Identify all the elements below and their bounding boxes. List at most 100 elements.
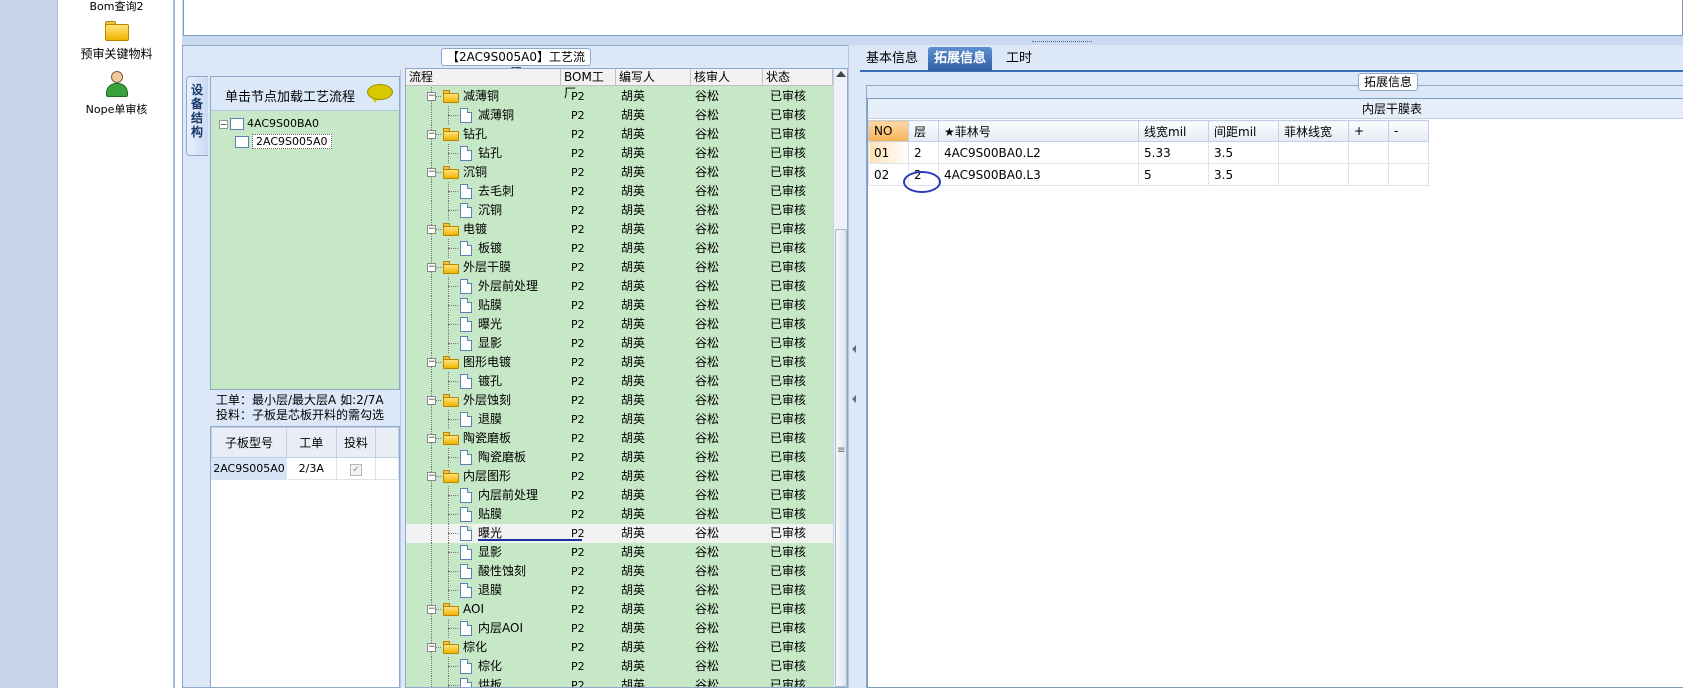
grid-cell-bom[interactable]: P2 [561, 239, 616, 258]
grid-cell-process[interactable]: − 电镀 [406, 220, 561, 239]
grid-row-process-step[interactable]: 退膜 P2 胡英 谷松 已审核 [406, 410, 833, 429]
grid-cell-process[interactable]: − 外层蚀刻 [406, 391, 561, 410]
table-cell[interactable]: ✓ [335, 457, 377, 480]
grid-row-process-step[interactable]: 外层前处理 P2 胡英 谷松 已审核 [406, 277, 833, 296]
table-cell[interactable] [1278, 141, 1349, 164]
grid-cell-status[interactable]: 已审核 [763, 201, 833, 220]
grid-cell-writer[interactable]: 胡英 [616, 277, 691, 296]
tree-node-child[interactable]: 2AC9S005A0 [235, 134, 332, 150]
grid-row-process-step[interactable]: 显影 P2 胡英 谷松 已审核 [406, 334, 833, 353]
grid-cell-reviewer[interactable]: 谷松 [691, 201, 763, 220]
grid-row-process-group[interactable]: − 图形电镀 P2 胡英 谷松 已审核 [406, 353, 833, 372]
grid-cell-reviewer[interactable]: 谷松 [691, 410, 763, 429]
grid-cell-process[interactable]: 退膜 [406, 410, 561, 429]
grid-cell-writer[interactable]: 胡英 [616, 429, 691, 448]
table-cell[interactable]: 5 [1138, 163, 1209, 186]
table-cell[interactable]: 3.5 [1208, 141, 1279, 164]
grid-cell-process[interactable]: − 陶瓷磨板 [406, 429, 561, 448]
side-tab-equipment-structure[interactable]: 设备结构 [186, 76, 208, 156]
grid-cell-status[interactable]: 已审核 [763, 581, 833, 600]
grid-cell-reviewer[interactable]: 谷松 [691, 676, 763, 687]
collapse-icon[interactable]: − [427, 130, 436, 139]
grid-cell-bom[interactable]: P2 [561, 201, 616, 220]
grid-cell-process[interactable]: 贴膜 [406, 296, 561, 315]
col-header[interactable]: 投料 [335, 427, 377, 458]
grid-cell-reviewer[interactable]: 谷松 [691, 125, 763, 144]
grid-cell-status[interactable]: 已审核 [763, 296, 833, 315]
collapse-icon[interactable]: − [219, 119, 228, 129]
grid-cell-bom[interactable]: P2 [561, 391, 616, 410]
collapse-icon[interactable]: − [427, 434, 436, 443]
grid-cell-bom[interactable]: P2 [561, 144, 616, 163]
grid-cell-writer[interactable]: 胡英 [616, 410, 691, 429]
collapse-icon[interactable]: − [427, 358, 436, 367]
table-row[interactable]: 2AC9S005A0 2/3A ✓ [211, 457, 399, 480]
table-cell[interactable]: 4AC9S00BA0.L2 [938, 141, 1139, 164]
grid-cell-bom[interactable]: P2 [561, 296, 616, 315]
grid-row-process-group[interactable]: − 陶瓷磨板 P2 胡英 谷松 已审核 [406, 429, 833, 448]
remove-row-button[interactable] [1388, 141, 1429, 164]
grid-cell-process[interactable]: 内层前处理 [406, 486, 561, 505]
grid-cell-writer[interactable]: 胡英 [616, 505, 691, 524]
grid-cell-reviewer[interactable]: 谷松 [691, 619, 763, 638]
grid-cell-writer[interactable]: 胡英 [616, 619, 691, 638]
collapse-icon[interactable]: − [427, 263, 436, 272]
grid-cell-status[interactable]: 已审核 [763, 334, 833, 353]
grid-cell-status[interactable]: 已审核 [763, 372, 833, 391]
collapse-icon[interactable]: − [427, 396, 436, 405]
grid-cell-process[interactable]: − 棕化 [406, 638, 561, 657]
grid-cell-status[interactable]: 已审核 [763, 163, 833, 182]
grid-cell-bom[interactable]: P2 [561, 277, 616, 296]
vertical-splitter-right[interactable] [848, 45, 860, 688]
grid-cell-status[interactable]: 已审核 [763, 144, 833, 163]
grid-cell-writer[interactable]: 胡英 [616, 467, 691, 486]
grid-cell-reviewer[interactable]: 谷松 [691, 353, 763, 372]
grid-cell-process[interactable]: − 外层干膜 [406, 258, 561, 277]
grid-cell-reviewer[interactable]: 谷松 [691, 277, 763, 296]
grid-cell-bom[interactable]: P2 [561, 467, 616, 486]
top-textarea[interactable] [183, 0, 1683, 36]
grid-row-process-group[interactable]: − 棕化 P2 胡英 谷松 已审核 [406, 638, 833, 657]
grid-cell-reviewer[interactable]: 谷松 [691, 315, 763, 334]
grid-cell-status[interactable]: 已审核 [763, 182, 833, 201]
add-row-button[interactable] [1348, 141, 1389, 164]
grid-cell-reviewer[interactable]: 谷松 [691, 258, 763, 277]
grid-row-process-step[interactable]: 贴膜 P2 胡英 谷松 已审核 [406, 505, 833, 524]
grid-cell-status[interactable]: 已审核 [763, 277, 833, 296]
col-header[interactable]: 子板型号 [211, 427, 287, 458]
grid-cell-status[interactable]: 已审核 [763, 258, 833, 277]
grid-cell-writer[interactable]: 胡英 [616, 258, 691, 277]
grid-cell-process[interactable]: 显影 [406, 334, 561, 353]
grid-cell-writer[interactable]: 胡英 [616, 372, 691, 391]
col-header[interactable]: 间距mil [1208, 120, 1279, 142]
grid-cell-process[interactable]: − 内层图形 [406, 467, 561, 486]
grid-cell-bom[interactable]: P2 [561, 182, 616, 201]
grid-cell-writer[interactable]: 胡英 [616, 524, 691, 543]
grid-cell-writer[interactable]: 胡英 [616, 353, 691, 372]
grid-cell-reviewer[interactable]: 谷松 [691, 429, 763, 448]
col-header[interactable]: ★菲林号 [938, 120, 1139, 142]
grid-cell-reviewer[interactable]: 谷松 [691, 448, 763, 467]
col-header[interactable]: 层 [908, 120, 939, 142]
grid-cell-process[interactable]: 去毛刺 [406, 182, 561, 201]
grid-cell-reviewer[interactable]: 谷松 [691, 467, 763, 486]
grid-cell-bom[interactable]: P2 [561, 125, 616, 144]
grid-cell-process[interactable]: 退膜 [406, 581, 561, 600]
grid-cell-bom[interactable]: P2 [561, 600, 616, 619]
grid-cell-status[interactable]: 已审核 [763, 220, 833, 239]
nav-item-nope-review[interactable]: Nope单审核 [58, 70, 175, 117]
grid-cell-status[interactable]: 已审核 [763, 239, 833, 258]
grid-cell-writer[interactable]: 胡英 [616, 182, 691, 201]
grid-cell-status[interactable]: 已审核 [763, 448, 833, 467]
col-header[interactable]: 工单 [285, 427, 337, 458]
grid-col-header[interactable]: BOM工厂 [561, 69, 616, 100]
grid-cell-writer[interactable]: 胡英 [616, 543, 691, 562]
grid-cell-bom[interactable]: P2 [561, 429, 616, 448]
grid-cell-reviewer[interactable]: 谷松 [691, 372, 763, 391]
grid-cell-bom[interactable]: P2 [561, 315, 616, 334]
grid-cell-status[interactable]: 已审核 [763, 87, 833, 106]
grid-cell-status[interactable]: 已审核 [763, 106, 833, 125]
grid-cell-process[interactable]: − 减薄铜 [406, 87, 561, 106]
grid-cell-bom[interactable]: P2 [561, 581, 616, 600]
grid-cell-writer[interactable]: 胡英 [616, 163, 691, 182]
